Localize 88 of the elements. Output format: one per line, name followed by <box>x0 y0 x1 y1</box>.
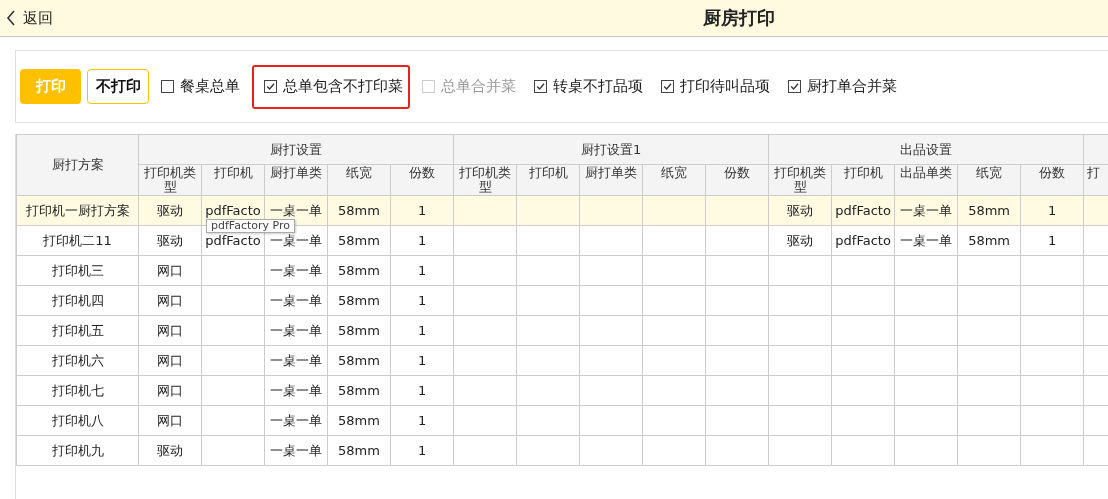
table-cell: 1 <box>1020 195 1084 226</box>
checkbox-icon <box>161 80 174 93</box>
table-cell: 58mm <box>327 255 391 286</box>
group-header: 出品设置 <box>768 134 1084 165</box>
table-cell: 打印机八 <box>16 405 139 436</box>
column-header: 打印机 <box>831 164 895 196</box>
checkbox-option[interactable]: 餐桌总单 <box>155 64 246 109</box>
table-cell: 打印机七 <box>16 375 139 406</box>
column-header: 份数 <box>705 164 769 196</box>
column-header: 出品单类 <box>894 164 958 196</box>
group-header: 厨打设置1 <box>453 134 769 165</box>
column-header: 厨打单类 <box>264 164 328 196</box>
checkbox-option[interactable]: 转桌不打品项 <box>528 64 649 109</box>
table-cell: 网口 <box>138 375 202 406</box>
table-cell: pdfFacto <box>831 225 895 256</box>
table-cell: 58mm <box>327 435 391 466</box>
checkbox-icon <box>788 80 801 93</box>
column-header: 纸宽 <box>957 164 1021 196</box>
table-cell: 网口 <box>138 315 202 346</box>
table-cell: 打印机四 <box>16 285 139 316</box>
column-header: 纸宽 <box>327 164 391 196</box>
table-cell: 1 <box>1020 225 1084 256</box>
table-cell: 1 <box>390 315 454 346</box>
column-header: 打印机类型 <box>768 164 832 196</box>
back-link[interactable]: 返回 <box>6 8 53 28</box>
table-cell: 打印机五 <box>16 315 139 346</box>
column-header: 打印机 <box>201 164 265 196</box>
column-header: 打印机类型 <box>453 164 517 196</box>
checkbox-icon <box>264 80 277 93</box>
tooltip: pdfFactory Pro <box>206 219 295 233</box>
print-option-button[interactable]: 不打印 <box>87 69 149 104</box>
table-cell: 打印机一厨打方案 <box>16 195 139 226</box>
table-cell: 驱动 <box>768 225 832 256</box>
table-cell: 打印机二11 <box>16 225 139 256</box>
back-chevron-icon <box>6 10 16 26</box>
table-cell: 58mm <box>327 345 391 376</box>
table-cell: 驱动 <box>138 225 202 256</box>
table-cell: 网口 <box>138 285 202 316</box>
column-header: 厨打单类 <box>579 164 643 196</box>
column-header: 份数 <box>1020 164 1084 196</box>
group-header: 厨打设置 <box>138 134 454 165</box>
table-cell: 驱动 <box>138 195 202 226</box>
table-cell: 1 <box>390 285 454 316</box>
table-cell: 网口 <box>138 255 202 286</box>
table-cell: 一桌一单 <box>264 285 328 316</box>
table-cell: 一桌一单 <box>264 345 328 376</box>
table-cell: pdfFacto <box>831 195 895 226</box>
table-cell: 网口 <box>138 405 202 436</box>
table-cell: 网口 <box>138 345 202 376</box>
column-header: 打印机类型 <box>138 164 202 196</box>
table-cell: 58mm <box>327 225 391 256</box>
checkbox-option[interactable]: 厨打单合并菜 <box>782 64 903 109</box>
table-cell: 1 <box>390 345 454 376</box>
column-header: 打印机 <box>516 164 580 196</box>
column-header: 份数 <box>390 164 454 196</box>
table-cell: 58mm <box>327 375 391 406</box>
column-header: 厨打方案 <box>16 134 139 196</box>
checkbox-option[interactable]: 总单包含不打印菜 <box>252 64 410 109</box>
table-cell: 58mm <box>327 405 391 436</box>
table-cell: 一桌一单 <box>264 435 328 466</box>
table-cell: 一桌一单 <box>264 405 328 436</box>
table-cell: 一桌一单 <box>264 375 328 406</box>
table-cell: 1 <box>390 375 454 406</box>
page-title: 厨房打印 <box>703 6 775 30</box>
table-cell: 58mm <box>957 195 1021 226</box>
checkbox-icon <box>422 80 435 93</box>
table-cell: 1 <box>390 405 454 436</box>
table-cell: 驱动 <box>138 435 202 466</box>
table-cell: 1 <box>390 435 454 466</box>
checkbox-option[interactable]: 打印待叫品项 <box>655 64 776 109</box>
table-cell: 1 <box>390 255 454 286</box>
table-cell: 打印机六 <box>16 345 139 376</box>
table-cell: 一桌一单 <box>264 315 328 346</box>
checkbox-icon <box>661 80 674 93</box>
table-cell: 58mm <box>327 315 391 346</box>
table-cell: 一桌一单 <box>264 255 328 286</box>
table-cell: 驱动 <box>768 195 832 226</box>
table-cell: 58mm <box>957 225 1021 256</box>
table-cell: 一桌一单 <box>894 195 958 226</box>
column-header: 纸宽 <box>642 164 706 196</box>
table-cell: 打印机三 <box>16 255 139 286</box>
table-cell: 1 <box>390 195 454 226</box>
table-cell: 1 <box>390 225 454 256</box>
table-cell: 一桌一单 <box>894 225 958 256</box>
table-cell: 打印机九 <box>16 435 139 466</box>
table-cell: 58mm <box>327 195 391 226</box>
table-cell: 58mm <box>327 285 391 316</box>
checkbox-icon <box>534 80 547 93</box>
